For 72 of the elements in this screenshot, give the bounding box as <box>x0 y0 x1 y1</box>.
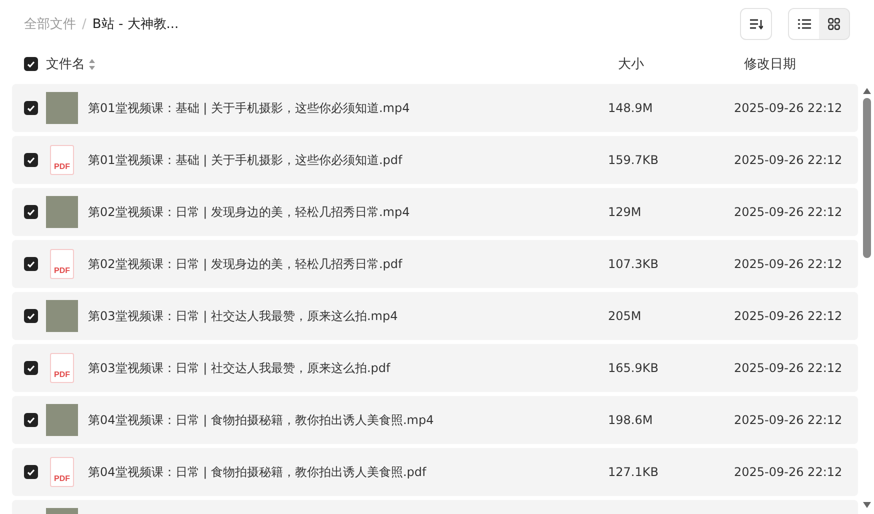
file-name: 第02堂视频课：日常 | 发现身边的美，轻松几招秀日常.mp4 <box>88 204 411 220</box>
file-name: 第02堂视频课：日常 | 发现身边的美，轻松几招秀日常.pdf <box>88 256 404 272</box>
check-icon <box>27 312 35 320</box>
breadcrumb-item: B站 - 大神教... <box>92 16 179 33</box>
date-column-header[interactable]: 修改日期 <box>744 55 874 73</box>
row-checkbox[interactable] <box>24 465 38 479</box>
row-checkbox[interactable] <box>24 153 38 167</box>
size-column-header[interactable]: 大小 <box>618 55 744 73</box>
file-name: 第03堂视频课：日常 | 社交达人我最赞，原来这么拍.pdf <box>88 360 392 376</box>
select-all-checkbox[interactable] <box>24 57 38 71</box>
file-size: 148.9M <box>608 101 654 115</box>
scroll-down-icon[interactable] <box>863 502 871 508</box>
file-name: 第01堂视频课：基础 | 关于手机摄影，这些你必须知道.mp4 <box>88 100 411 116</box>
modified-date: 2025-09-26 22:12 <box>734 153 844 167</box>
modified-date: 2025-09-26 22:12 <box>734 465 844 479</box>
row-checkbox[interactable] <box>24 257 38 271</box>
list-icon <box>798 19 810 29</box>
photo-placeholder <box>46 92 78 124</box>
file-name: 第04堂视频课：日常 | 食物拍摄秘籍，教你拍出诱人美食照.mp4 <box>88 412 435 428</box>
file-size: 198.6M <box>608 413 654 427</box>
check-icon <box>27 60 35 68</box>
check-icon <box>27 364 35 372</box>
file-name: 第03堂视频课：日常 | 社交达人我最赞，原来这么拍.mp4 <box>88 308 399 324</box>
row-checkbox[interactable] <box>24 361 38 375</box>
file-row[interactable]: 第04堂视频课：日常 | 食物拍摄秘籍，教你拍出诱人美食照.mp4 198.6M 2025-09-26 22:12 <box>12 396 858 444</box>
row-checkbox[interactable] <box>24 413 38 427</box>
file-size: 159.7KB <box>608 153 660 167</box>
scrollbar-thumb[interactable] <box>863 98 871 258</box>
file-size: 107.3KB <box>608 257 660 271</box>
grid-icon <box>828 18 840 30</box>
file-size: 129M <box>608 205 642 219</box>
file-row[interactable]: PDF 第01堂视频课：基础 | 关于手机摄影，这些你必须知道.pdf 159.7KB 2025-09-26 22:12 <box>12 136 858 184</box>
sort-button[interactable] <box>740 8 772 40</box>
modified-date: 2025-09-26 22:12 <box>734 205 844 219</box>
file-name: 第01堂视频课：基础 | 关于手机摄影，这些你必须知道.pdf <box>88 152 404 168</box>
pdf-file-icon: PDF <box>50 353 74 383</box>
row-checkbox[interactable] <box>24 101 38 115</box>
pdf-file-icon: PDF <box>50 457 74 487</box>
file-row[interactable]: PDF 第02堂视频课：日常 | 发现身边的美，轻松几招秀日常.pdf 107.3KB 2025-09-26 22:12 <box>12 240 858 288</box>
check-icon <box>27 416 35 424</box>
file-size: 127.1KB <box>608 465 660 479</box>
photo-placeholder <box>46 196 78 228</box>
check-icon <box>27 208 35 216</box>
modified-date: 2025-09-26 22:12 <box>734 257 844 271</box>
file-name: 第04堂视频课：日常 | 食物拍摄秘籍，教你拍出诱人美食照.pdf <box>88 464 428 480</box>
file-row[interactable]: 第02堂视频课：日常 | 发现身边的美，轻松几招秀日常.mp4 129M 2025-09-26 22:12 <box>12 188 858 236</box>
check-icon <box>27 468 35 476</box>
file-row[interactable]: PDF 第04堂视频课：日常 | 食物拍摄秘籍，教你拍出诱人美食照.pdf 127.1KB 2025-09-26 22:12 <box>12 448 858 496</box>
sort-arrows-icon[interactable] <box>89 58 95 70</box>
modified-date: 2025-09-26 22:12 <box>734 413 844 427</box>
pdf-file-icon: PDF <box>50 249 74 279</box>
file-size: 165.9KB <box>608 361 660 375</box>
scroll-up-icon[interactable] <box>863 88 871 94</box>
check-icon <box>27 104 35 112</box>
breadcrumb-separator: / <box>82 16 86 32</box>
file-row[interactable]: 第03堂视频课：日常 | 社交达人我最赞，原来这么拍.mp4 205M 2025-09-26 22:12 <box>12 292 858 340</box>
check-icon <box>27 156 35 164</box>
row-checkbox[interactable] <box>24 309 38 323</box>
photo-placeholder <box>46 404 78 436</box>
file-size: 205M <box>608 309 642 323</box>
modified-date: 2025-09-26 22:12 <box>734 361 844 375</box>
file-row[interactable]: PDF 第03堂视频课：日常 | 社交达人我最赞，原来这么拍.pdf 165.9KB 2025-09-26 22:12 <box>12 344 858 392</box>
modified-date: 2025-09-26 22:12 <box>734 309 844 323</box>
photo-placeholder <box>46 300 78 332</box>
file-row[interactable]: 第01堂视频课：基础 | 关于手机摄影，这些你必须知道.mp4 148.9M 2025-09-26 22:12 <box>12 84 858 132</box>
sort-icon <box>749 18 763 30</box>
modified-date: 2025-09-26 22:12 <box>734 101 844 115</box>
name-column-header[interactable]: 文件名 <box>46 55 85 73</box>
list-view-button[interactable] <box>789 9 819 39</box>
pdf-file-icon: PDF <box>50 145 74 175</box>
check-icon <box>27 260 35 268</box>
row-checkbox[interactable] <box>24 205 38 219</box>
